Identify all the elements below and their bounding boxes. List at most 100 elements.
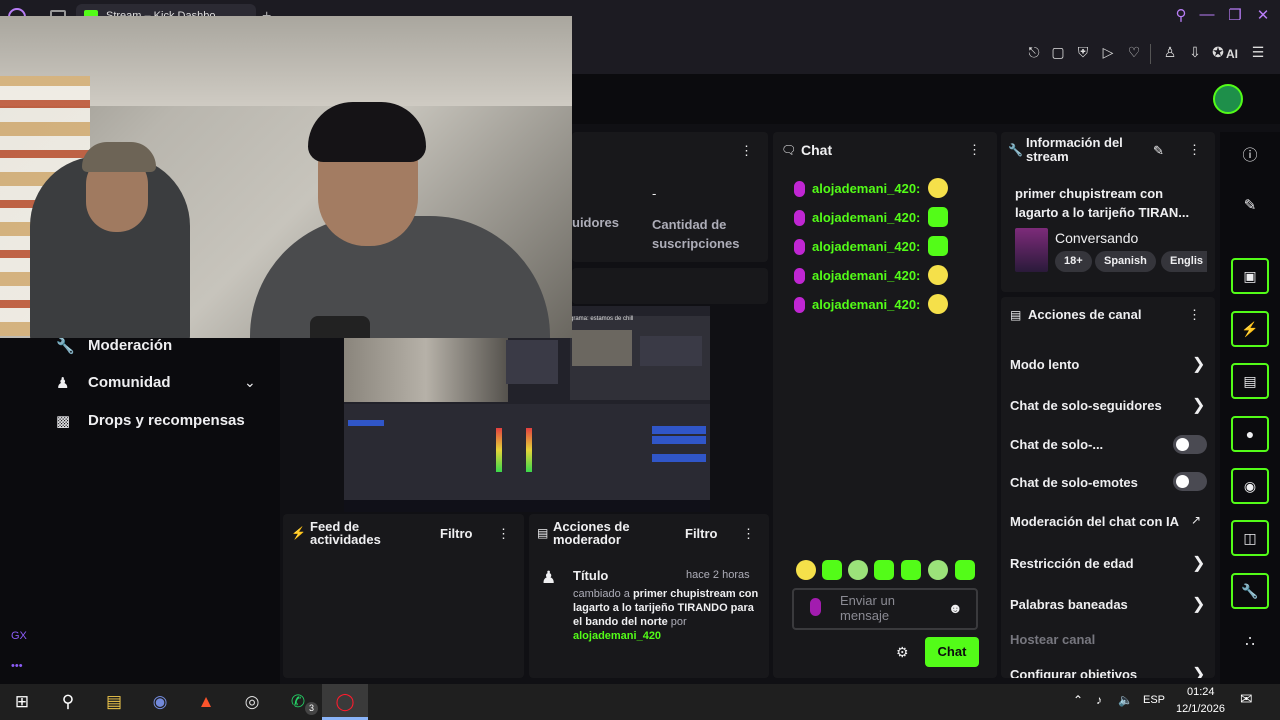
close-icon[interactable]: ✕ [1252, 6, 1274, 28]
obs-icon[interactable]: ◎ [236, 686, 268, 718]
explorer-icon[interactable]: ▤ [98, 686, 130, 718]
apps-icon[interactable]: ∴ [1238, 632, 1262, 656]
chat-username[interactable]: alojademani_420: [812, 297, 920, 312]
clock-time[interactable]: 01:24 [1187, 686, 1215, 698]
mod-entry-user[interactable]: alojademani_420 [573, 630, 661, 642]
chat-send-button[interactable]: Chat [925, 637, 979, 667]
info-icon[interactable]: ⓘ [1238, 144, 1262, 168]
mod-entry-by: por [670, 616, 687, 628]
external-link-icon[interactable]: ↗ [1191, 513, 1201, 527]
layout-icon[interactable]: ◫ [1231, 520, 1269, 556]
download-icon[interactable]: ⇩ [1185, 44, 1205, 64]
more-options-icon[interactable]: ••• [11, 660, 23, 672]
emotes-only-toggle[interactable] [1173, 472, 1207, 491]
stream-category[interactable]: Conversando [1055, 230, 1138, 246]
heart-icon[interactable]: ♡ [1124, 44, 1144, 64]
emote-green-icon[interactable] [874, 560, 894, 580]
action-banned-words[interactable]: Palabras baneadas [1010, 597, 1128, 612]
discord-icon[interactable]: ◉ [144, 686, 176, 718]
play-icon[interactable]: ▷ [1098, 44, 1118, 64]
windows-icon[interactable]: ⊞ [6, 686, 38, 718]
action-ai-moderation[interactable]: Moderación del chat con IA [1010, 514, 1179, 529]
action-emotes-only: Chat de solo-emotes [1010, 475, 1138, 490]
preview-button [348, 420, 384, 426]
chat-username[interactable]: alojademani_420: [812, 181, 920, 196]
chevron-right-icon[interactable]: ❯ [1192, 594, 1205, 614]
kebab-menu-icon[interactable]: ⋮ [1188, 307, 1201, 323]
ai-button[interactable]: AI [1226, 47, 1238, 61]
restore-icon[interactable]: ❐ [1224, 6, 1246, 28]
edit-icon[interactable]: ✎ [1238, 196, 1262, 220]
screenshot-icon[interactable]: ▢ [1048, 44, 1068, 64]
notification-icon[interactable]: ✉ [1240, 690, 1253, 708]
search-icon[interactable]: ⚲ [52, 686, 84, 718]
search-icon[interactable]: ⚲ [1170, 6, 1192, 28]
chevron-down-icon[interactable]: ⌄ [244, 374, 260, 390]
language-indicator[interactable]: ESP [1143, 694, 1165, 706]
kebab-menu-icon[interactable]: ⋮ [1188, 142, 1201, 158]
minimize-icon[interactable]: — [1196, 6, 1218, 28]
chat-username[interactable]: alojademani_420: [812, 268, 920, 283]
chevron-up-icon[interactable]: ⌃ [1073, 693, 1083, 707]
kebab-menu-icon[interactable]: ⋮ [968, 142, 981, 158]
pencil-icon[interactable]: ✎ [1153, 143, 1164, 159]
tag: Englis [1161, 251, 1207, 272]
brave-icon[interactable]: ▲ [190, 686, 222, 718]
notes-icon[interactable]: ▤ [1231, 363, 1269, 399]
chevron-right-icon[interactable]: ❯ [1192, 553, 1205, 573]
mod-filter-button[interactable]: Filtro [685, 526, 718, 541]
mod-entry-prefix: cambiado a [573, 588, 630, 600]
feed-filter-button[interactable]: Filtro [440, 526, 473, 541]
lightning-icon[interactable]: ⚡ [1231, 311, 1269, 347]
sidebar-item-community[interactable]: Comunidad [88, 374, 171, 391]
drops-icon: ▩ [56, 413, 71, 430]
chat-username[interactable]: alojademani_420: [812, 210, 920, 225]
pin-icon[interactable]: ⎋ [1024, 44, 1044, 64]
chevron-right-icon[interactable]: ❯ [1192, 395, 1205, 415]
microphone-icon[interactable]: ♪ [1096, 693, 1102, 707]
subscriptions-value: - [652, 186, 657, 201]
chat-input-placeholder[interactable]: Enviar un mensaje [840, 593, 940, 623]
chat-username[interactable]: alojademani_420: [812, 239, 920, 254]
kebab-menu-icon[interactable]: ⋮ [740, 143, 753, 159]
shield-icon[interactable]: ⛨ [1073, 44, 1093, 64]
opera-icon[interactable]: ◯ [329, 686, 361, 718]
kebab-menu-icon[interactable]: ⋮ [742, 526, 755, 542]
chevron-right-icon[interactable]: ❯ [1192, 664, 1205, 678]
action-age-restriction[interactable]: Restricción de edad [1010, 556, 1134, 571]
avatar[interactable] [1213, 84, 1243, 114]
activity-feed-title: Feed de actividades [310, 519, 381, 547]
emoji-icon[interactable]: ☻ [948, 600, 963, 616]
emote-yellow-icon[interactable] [796, 560, 816, 580]
whatsapp-badge: 3 [305, 702, 318, 715]
emote-frog-icon[interactable] [928, 560, 948, 580]
tag: 18+ [1055, 251, 1092, 272]
emote-green-icon[interactable] [901, 560, 921, 580]
chevron-right-icon[interactable]: ❯ [1192, 354, 1205, 374]
action-goals[interactable]: Configurar objetivos [1010, 667, 1137, 678]
gx-corner-button[interactable]: GX [11, 630, 27, 642]
sidebar-item-drops[interactable]: Drops y recompensas [88, 412, 245, 429]
translate-icon[interactable]: ✪ [1208, 44, 1228, 64]
webcam-hair [308, 102, 426, 162]
emote-frog-icon[interactable] [848, 560, 868, 580]
emote-green-icon[interactable] [955, 560, 975, 580]
preview-thumb [640, 336, 702, 366]
broadcast-icon[interactable]: ◉ [1231, 468, 1269, 504]
emote-green-icon [928, 207, 948, 227]
emote-green-icon[interactable] [822, 560, 842, 580]
preview-button [652, 426, 706, 434]
sidebar-item-moderation[interactable]: Moderación [88, 337, 172, 354]
menu-icon[interactable]: ☰ [1248, 44, 1268, 64]
subs-only-toggle[interactable] [1173, 435, 1207, 454]
speaker-icon[interactable]: 🔈 [1118, 693, 1133, 707]
action-slow-mode[interactable]: Modo lento [1010, 357, 1079, 372]
kebab-menu-icon[interactable]: ⋮ [497, 526, 510, 542]
clock-date[interactable]: 12/1/2026 [1176, 703, 1225, 715]
wallet-icon[interactable]: ♙ [1160, 44, 1180, 64]
wrench-icon[interactable]: 🔧 [1231, 573, 1269, 609]
fullscreen-icon[interactable]: ▣ [1231, 258, 1269, 294]
action-followers-only[interactable]: Chat de solo-seguidores [1010, 398, 1162, 413]
gear-icon[interactable]: ⚙ [896, 644, 909, 661]
chat-bubble-icon[interactable]: ● [1231, 416, 1269, 452]
